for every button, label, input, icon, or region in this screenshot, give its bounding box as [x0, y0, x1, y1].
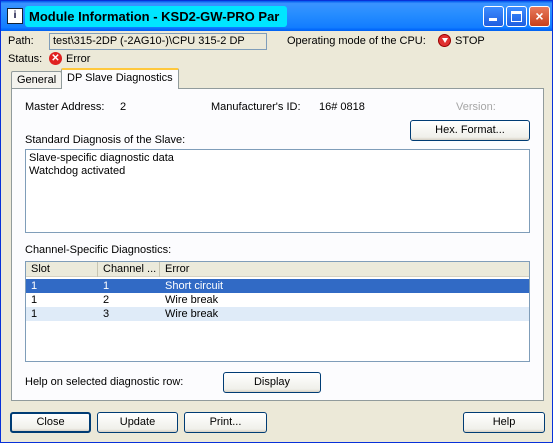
channel-cell: 1	[103, 280, 110, 292]
standard-diagnosis-textbox[interactable]: Slave-specific diagnostic data Watchdog …	[25, 149, 530, 233]
table-row[interactable]: 1 2 Wire break	[26, 293, 529, 307]
column-header-slot[interactable]: Slot	[26, 262, 98, 277]
path-field[interactable]: test\315-2DP (-2AG10-)\CPU 315-2 DP	[49, 33, 267, 50]
version-label: Version:	[456, 101, 496, 113]
close-button[interactable]: Close	[10, 412, 91, 433]
help-selected-row-label: Help on selected diagnostic row:	[25, 376, 184, 388]
status-label: Status:	[8, 53, 43, 65]
column-header-channel[interactable]: Channel ...	[98, 262, 160, 277]
window-title: Module Information - KSD2-GW-PRO Par	[29, 9, 280, 24]
diagnosis-line: Slave-specific diagnostic data	[29, 152, 174, 164]
operating-mode-value: STOP	[455, 35, 485, 47]
error-cell: Wire break	[165, 308, 219, 320]
minimize-button[interactable]	[483, 6, 504, 27]
manufacturer-id-value: 16# 0818	[319, 101, 365, 113]
print-button[interactable]: Print...	[184, 412, 267, 433]
tab-dp-slave-diagnostics[interactable]: DP Slave Diagnostics	[61, 68, 179, 89]
help-button[interactable]: Help	[463, 412, 545, 433]
channel-diagnostics-list[interactable]: Slot Channel ... Error 1 1 Short circuit…	[25, 261, 530, 362]
hex-format-button[interactable]: Hex. Format...	[410, 120, 530, 141]
operating-mode-label: Operating mode of the CPU:	[287, 35, 426, 47]
close-icon: ×	[535, 8, 544, 24]
update-button[interactable]: Update	[97, 412, 178, 433]
diagnosis-line: Watchdog activated	[29, 165, 126, 177]
channel-cell: 2	[103, 294, 110, 306]
status-value: Error	[66, 53, 91, 65]
manufacturer-id-label: Manufacturer's ID:	[211, 101, 301, 113]
path-label: Path:	[8, 35, 34, 47]
column-header-error[interactable]: Error	[160, 262, 529, 277]
master-address-label: Master Address:	[25, 101, 105, 113]
channel-cell: 3	[103, 308, 110, 320]
maximize-icon	[511, 11, 522, 22]
error-cell: Short circuit	[165, 280, 224, 292]
slot-cell: 1	[31, 294, 38, 306]
module-information-window: i Module Information - KSD2-GW-PRO Par ×…	[0, 0, 553, 443]
master-address-value: 2	[120, 101, 127, 113]
list-header: Slot Channel ... Error	[26, 262, 529, 277]
minimize-icon	[489, 18, 497, 21]
table-row[interactable]: 1 1 Short circuit	[26, 279, 529, 293]
tab-general[interactable]: General	[11, 71, 63, 89]
close-window-button[interactable]: ×	[529, 6, 550, 27]
error-icon: ✕	[49, 52, 62, 65]
slot-cell: 1	[31, 308, 38, 320]
display-button[interactable]: Display	[223, 372, 321, 393]
maximize-button[interactable]	[506, 6, 527, 27]
table-row[interactable]: 1 3 Wire break	[26, 307, 529, 321]
error-cell: Wire break	[165, 294, 219, 306]
channel-diagnostics-label: Channel-Specific Diagnostics:	[25, 244, 172, 256]
stop-icon	[438, 34, 451, 47]
standard-diagnosis-label: Standard Diagnosis of the Slave:	[25, 134, 186, 146]
title-bar[interactable]: i Module Information - KSD2-GW-PRO Par ×	[1, 1, 552, 31]
slot-cell: 1	[31, 280, 38, 292]
app-icon: i	[7, 8, 23, 24]
